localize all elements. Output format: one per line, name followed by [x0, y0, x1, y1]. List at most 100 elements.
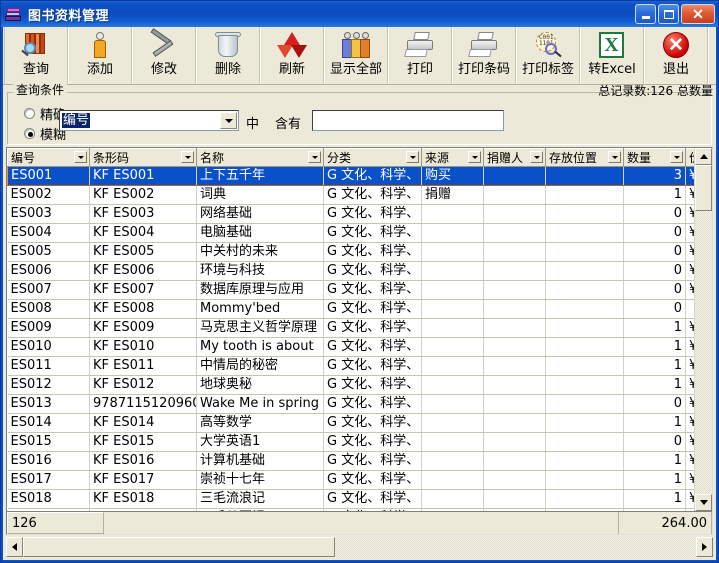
cell-barcode[interactable]: KF ES016: [89, 451, 197, 471]
cell-donor[interactable]: [483, 223, 546, 243]
cell-qty[interactable]: 1: [623, 375, 686, 395]
toolbar-button-modify[interactable]: 修改: [132, 27, 196, 84]
cell-qty[interactable]: 0: [623, 242, 686, 262]
cell-name[interactable]: 电脑基础: [196, 223, 324, 243]
cell-qty[interactable]: 1: [623, 185, 686, 205]
cell-category[interactable]: G 文化、科学、: [323, 242, 422, 262]
cell-category[interactable]: G 文化、科学、: [323, 413, 422, 433]
cell-barcode[interactable]: KF ES002: [89, 185, 197, 205]
cell-donor[interactable]: [483, 280, 546, 300]
cell-name[interactable]: Mommy'bed: [196, 299, 324, 319]
chevron-down-icon[interactable]: [220, 112, 237, 129]
cell-source[interactable]: [421, 375, 484, 395]
cell-donor[interactable]: [483, 204, 546, 224]
cell-barcode[interactable]: KF ES003: [89, 204, 197, 224]
cell-price[interactable]: ¥: [685, 375, 694, 395]
cell-price[interactable]: ¥: [685, 413, 694, 433]
cell-id[interactable]: ES017: [7, 470, 90, 490]
cell-barcode[interactable]: KF ES011: [89, 356, 197, 376]
cell-price[interactable]: ¥: [685, 432, 694, 452]
cell-donor[interactable]: [483, 356, 546, 376]
cell-barcode[interactable]: KF ES008: [89, 299, 197, 319]
cell-qty[interactable]: 0: [623, 204, 686, 224]
column-header-source[interactable]: 来源: [421, 148, 484, 167]
horizontal-scrollbar[interactable]: [6, 537, 713, 557]
cell-name[interactable]: 上下五千年: [196, 166, 324, 186]
column-filter-chevron-down-icon[interactable]: [468, 151, 481, 163]
table-row[interactable]: ES017KF ES017崇祯十七年G 文化、科学、 1¥: [7, 470, 694, 490]
toolbar-button-refresh[interactable]: 刷新: [260, 27, 324, 84]
cell-id[interactable]: ES006: [7, 261, 90, 281]
table-row[interactable]: ES012KF ES012地球奥秘G 文化、科学、 1¥: [7, 375, 694, 395]
cell-source[interactable]: [421, 394, 484, 414]
cell-barcode[interactable]: KF ES018: [89, 489, 197, 509]
cell-price[interactable]: ¥: [685, 261, 694, 281]
column-header-location[interactable]: 存放位置: [545, 148, 624, 167]
cell-id[interactable]: ES014: [7, 413, 90, 433]
cell-category[interactable]: G 文化、科学、: [323, 451, 422, 471]
cell-source[interactable]: [421, 413, 484, 433]
cell-name[interactable]: 环境与科技: [196, 261, 324, 281]
cell-category[interactable]: G 文化、科学、: [323, 356, 422, 376]
cell-qty[interactable]: 1: [623, 451, 686, 471]
cell-barcode[interactable]: KF ES012: [89, 375, 197, 395]
cell-donor[interactable]: [483, 337, 546, 357]
cell-location[interactable]: [545, 432, 624, 452]
cell-name[interactable]: 崇祯十七年: [196, 470, 324, 490]
column-header-name[interactable]: 名称: [196, 148, 324, 167]
cell-category[interactable]: G 文化、科学、: [323, 261, 422, 281]
cell-price[interactable]: ¥: [685, 185, 694, 205]
cell-source[interactable]: [421, 451, 484, 471]
cell-qty[interactable]: 1: [623, 356, 686, 376]
scroll-up-button[interactable]: [695, 148, 712, 165]
table-row[interactable]: ES015KF ES015大学英语1G 文化、科学、 0¥: [7, 432, 694, 452]
vertical-scrollbar[interactable]: [694, 148, 712, 511]
cell-source[interactable]: [421, 470, 484, 490]
column-filter-chevron-down-icon[interactable]: [530, 151, 543, 163]
cell-barcode[interactable]: KF ES017: [89, 470, 197, 490]
column-filter-chevron-down-icon[interactable]: [74, 151, 87, 163]
cell-id[interactable]: ES010: [7, 337, 90, 357]
cell-source[interactable]: [421, 432, 484, 452]
cell-qty[interactable]: 0: [623, 223, 686, 243]
cell-id[interactable]: ES013: [7, 394, 90, 414]
cell-category[interactable]: G 文化、科学、: [323, 489, 422, 509]
cell-price[interactable]: ¥: [685, 223, 694, 243]
toolbar-button-print-label[interactable]: C001 1101 打印标签: [516, 27, 580, 84]
cell-location[interactable]: [545, 166, 624, 186]
cell-location[interactable]: [545, 375, 624, 395]
cell-qty[interactable]: 1: [623, 318, 686, 338]
cell-name[interactable]: 词典: [196, 185, 324, 205]
search-keyword-input[interactable]: [312, 110, 504, 131]
cell-barcode[interactable]: KF ES010: [89, 337, 197, 357]
column-header-price[interactable]: 价: [685, 148, 694, 167]
cell-name[interactable]: 地球奥秘: [196, 375, 324, 395]
cell-qty[interactable]: 0: [623, 299, 686, 319]
toolbar-button-print[interactable]: 打印: [388, 27, 452, 84]
cell-location[interactable]: [545, 356, 624, 376]
column-header-donor[interactable]: 捐赠人: [483, 148, 546, 167]
cell-qty[interactable]: 3: [623, 166, 686, 186]
horizontal-scroll-thumb[interactable]: [23, 537, 335, 557]
cell-donor[interactable]: [483, 432, 546, 452]
cell-id[interactable]: ES003: [7, 204, 90, 224]
table-row[interactable]: ES007KF ES007数据库原理与应用G 文化、科学、 0¥: [7, 280, 694, 300]
cell-donor[interactable]: [483, 318, 546, 338]
cell-name[interactable]: 三毛流浪记: [196, 489, 324, 509]
cell-price[interactable]: ¥: [685, 356, 694, 376]
cell-category[interactable]: G 文化、科学、: [323, 337, 422, 357]
maximize-button[interactable]: [658, 4, 679, 24]
cell-donor[interactable]: [483, 394, 546, 414]
cell-location[interactable]: [545, 413, 624, 433]
cell-name[interactable]: 计算机基础: [196, 451, 324, 471]
table-row[interactable]: ES010KF ES010My tooth is aboutG 文化、科学、 1¥: [7, 337, 694, 357]
cell-price[interactable]: [685, 299, 694, 319]
scroll-down-button[interactable]: [695, 494, 712, 511]
cell-donor[interactable]: [483, 489, 546, 509]
cell-id[interactable]: ES004: [7, 223, 90, 243]
cell-id[interactable]: ES018: [7, 489, 90, 509]
toolbar-button-exit[interactable]: ✕ 退出: [644, 27, 708, 84]
table-row[interactable]: ES009KF ES009马克思主义哲学原理G 文化、科学、 1¥: [7, 318, 694, 338]
table-row[interactable]: ES016KF ES016计算机基础G 文化、科学、 1¥: [7, 451, 694, 471]
cell-source[interactable]: [421, 261, 484, 281]
